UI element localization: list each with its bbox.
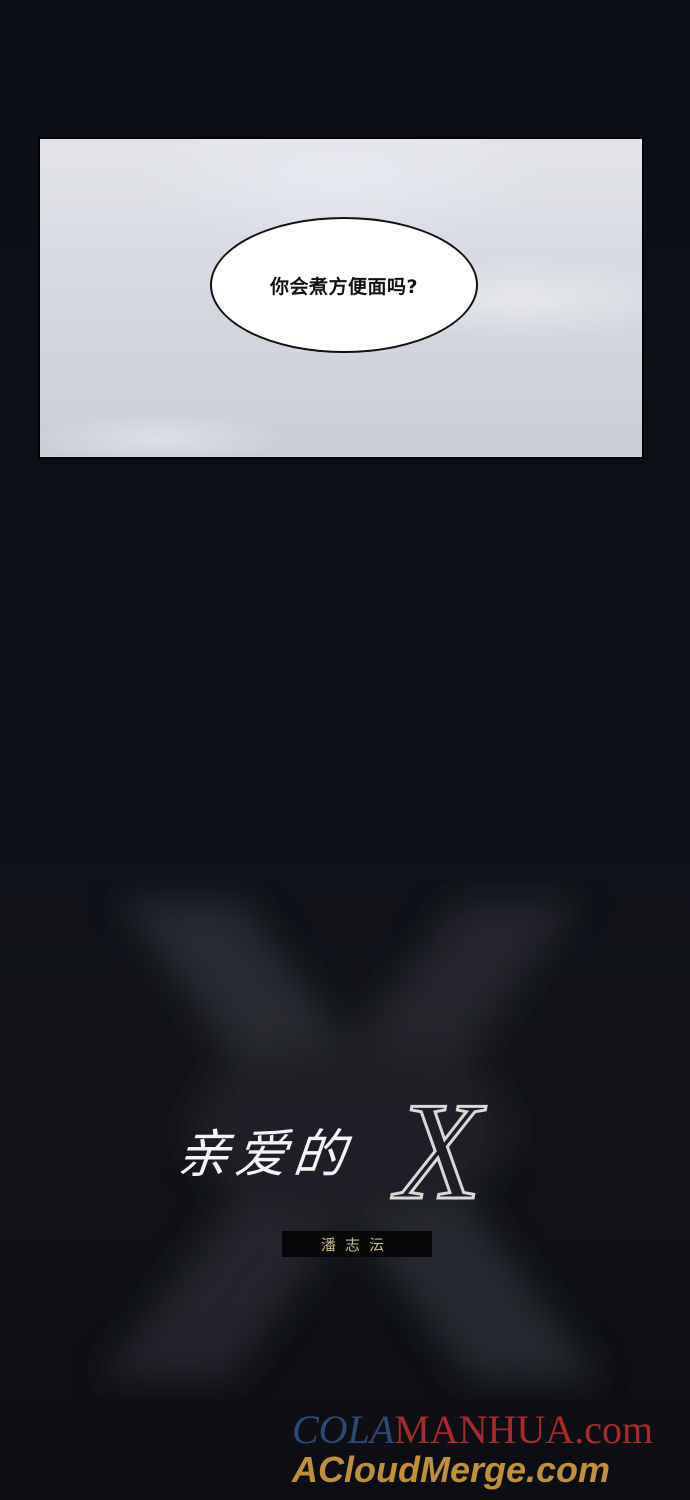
watermark-line-1: COLAMANHUA.com [292,1410,653,1450]
speech-text: 你会煮方便面吗? [269,275,419,298]
author-bar: 潘志沄 [282,1231,432,1257]
watermark-line-2: ACloudMerge.com [292,1449,611,1490]
comic-title-x: X [395,1074,484,1229]
comic-title: 亲爱的 [174,1125,355,1185]
watermark-cola: COLA [292,1407,395,1452]
speech-bubble: 你会煮方便面吗? [210,217,478,353]
watermark-manhua: MANHUA.com [394,1407,654,1452]
comic-page: 你会煮方便面吗? 亲爱的 X 潘志沄 COLAMANHUA.com ACloud… [0,0,690,1500]
author-name: 潘志沄 [320,1235,393,1254]
sky-panel: 你会煮方便面吗? [38,137,644,459]
